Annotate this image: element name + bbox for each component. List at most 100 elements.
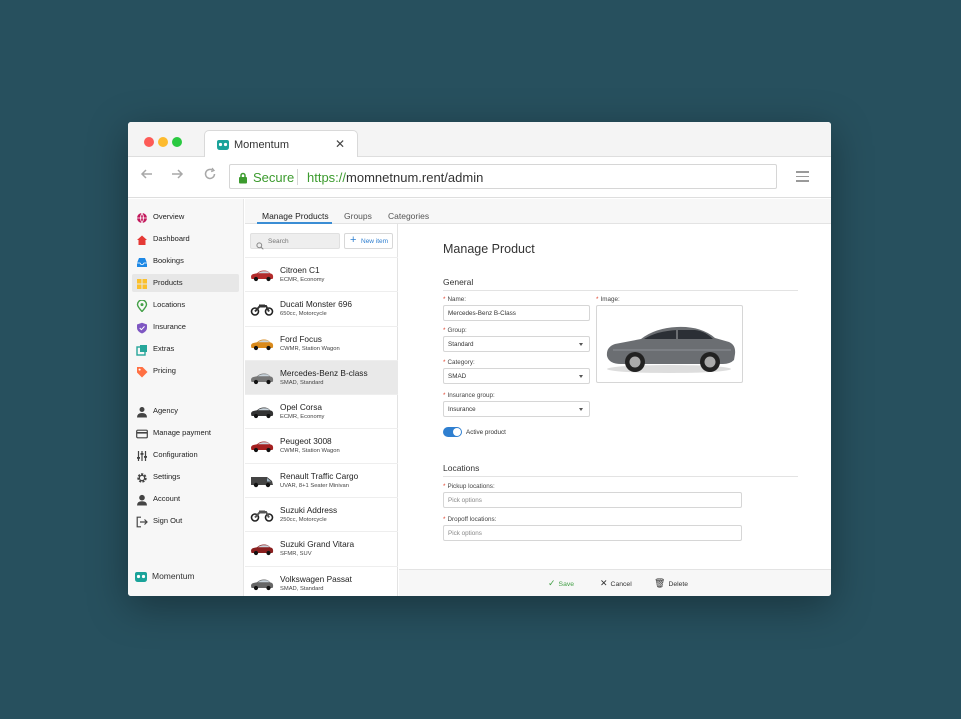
name-field[interactable]: Mercedes-Benz B-Class [443,305,590,321]
sliders-icon [136,449,148,461]
sidebar: Momentum Overview Dashboard Bookings Produc… [128,199,244,596]
globe-icon [136,211,148,224]
list-item[interactable]: Suzuki Grand Vitara SFMR, SUV [245,531,398,565]
dropoff-placeholder: Pick options [448,530,482,537]
reload-icon[interactable] [203,167,217,186]
account-icon [136,493,148,506]
sidebar-item-overview[interactable]: Overview [132,208,239,226]
sidebar-item-products[interactable]: Products [132,274,239,292]
tab-groups[interactable]: Groups [344,211,372,221]
chevron-down-icon [579,375,583,378]
list-item[interactable]: Volkswagen Passat SMAD, Standard [245,565,398,596]
trash-icon: 🗑 [654,578,666,588]
sidebar-item-configuration[interactable]: Configuration [132,446,239,464]
save-button[interactable]: ✓ Save [548,578,574,589]
sidebar-item-label: Extras [153,344,175,353]
search-box[interactable] [250,233,340,250]
product-name: Suzuki Grand Vitara [280,539,355,550]
dropoff-locations-select[interactable]: Pick options [443,525,742,541]
list-item[interactable]: Ducati Monster 696 650cc, Motorcycle [245,291,398,325]
tab-close-icon[interactable]: ✕ [335,137,345,151]
dropoff-field-label: * Dropoff locations: [443,516,497,523]
toggle-knob [453,428,461,436]
minimize-window-button[interactable] [158,137,168,147]
sidebar-item-sign-out[interactable]: Sign Out [132,512,239,530]
product-description: 650cc, Motorcycle [280,311,327,318]
sidebar-item-label: Bookings [153,256,184,265]
sidebar-item-agency[interactable]: Agency [132,402,239,420]
product-image[interactable] [596,305,743,383]
search-input[interactable] [268,236,338,247]
search-icon [256,237,264,255]
sidebar-item-label: Pricing [153,366,176,375]
pickup-locations-select[interactable]: Pick options [443,492,742,508]
sidebar-item-account[interactable]: Account [132,490,239,508]
sidebar-item-label: Locations [153,300,186,309]
url-field[interactable]: Secure https://momnetnum.rent/admin [229,164,777,189]
sidebar-item-bookings[interactable]: Bookings [132,252,239,270]
car-icon [250,577,274,591]
product-description: SMAD, Standard [280,585,324,592]
product-description: ECMR, Economy [280,414,325,421]
sidebar-item-extras[interactable]: Extras [132,340,239,358]
sidebar-item-label: Products [153,278,183,287]
list-item[interactable]: Renault Traffic Cargo UVAR, 8+1 Seater Mi… [245,462,398,497]
product-tabs: Manage Products Groups Categories [245,199,831,224]
product-description: SFMR, SUV [280,551,312,558]
forward-arrow-icon[interactable] [170,167,184,186]
list-item[interactable]: Opel Corsa ECMR, Economy [245,394,398,428]
list-item[interactable]: Citroen C1 ECMR, Economy [245,257,398,291]
new-item-label: New item [361,238,389,245]
group-select-value: Standard [448,341,474,348]
secure-label: Secure [253,170,295,185]
sidebar-item-dashboard[interactable]: Dashboard [132,230,239,248]
name-field-value: Mercedes-Benz B-Class [448,310,516,317]
sidebar-item-locations[interactable]: Locations [132,296,239,314]
cancel-button[interactable]: ✕ Cancel [600,578,632,589]
car-icon [250,268,274,282]
sidebar-item-manage-payment[interactable]: Manage payment [132,424,239,442]
product-name: Peugeot 3008 [280,436,332,447]
pickup-field-label: * Pickup locations: [443,483,495,490]
tab-manage-products[interactable]: Manage Products [262,211,329,221]
group-select[interactable]: Standard [443,336,590,352]
product-name: Ford Focus [280,333,322,344]
page-title: Manage Product [443,242,535,256]
browser-tab[interactable]: Momentum ✕ [204,130,358,158]
sidebar-item-label: Account [153,494,181,503]
insurance-field-label: * Insurance group: [443,392,495,399]
list-item[interactable]: Mercedes-Benz B-class SMAD, Standard [245,359,398,395]
van-icon [250,474,274,488]
insurance-select[interactable]: Insurance [443,401,590,417]
list-item[interactable]: Suzuki Address 250cc, Motorcycle [245,497,398,531]
list-item[interactable]: Peugeot 3008 CWMR, Station Wagon [245,428,398,462]
close-window-button[interactable] [144,137,154,147]
tab-categories[interactable]: Categories [388,211,429,221]
shield-icon [136,321,148,334]
sidebar-item-label: Configuration [153,450,198,459]
section-title-general: General [443,277,474,287]
plus-icon: + [350,234,357,246]
sidebar-item-label: Settings [153,472,181,481]
active-product-toggle[interactable] [443,427,462,437]
sidebar-item-pricing[interactable]: Pricing [132,362,239,380]
car-icon [250,371,274,385]
sidebar-item-settings[interactable]: Settings [132,468,239,486]
list-item[interactable]: Ford Focus CWMR, Station Wagon [245,325,398,360]
action-bar: ✓ Save ✕ Cancel 🗑 Delete [399,569,831,596]
browser-window: Momentum ✕ Secure https://momnetnum.rent… [128,122,831,596]
browser-menu-icon[interactable] [796,171,809,185]
product-name: Renault Traffic Cargo [280,470,359,481]
delete-button[interactable]: 🗑 Delete [654,578,688,589]
new-item-button[interactable]: + New item [344,233,393,249]
back-arrow-icon[interactable] [140,167,154,186]
section-divider [443,290,798,291]
sidebar-item-label: Dashboard [153,234,190,243]
category-field-label: * Category: [443,359,475,366]
category-select[interactable]: SMAD [443,368,590,384]
sidebar-item-insurance[interactable]: Insurance [132,318,239,336]
sidebar-item-label: Insurance [153,322,186,331]
product-description: CWMR, Station Wagon [280,345,340,352]
product-list: Citroen C1 ECMR, Economy Ducati Monster 69… [245,257,398,596]
maximize-window-button[interactable] [172,137,182,147]
